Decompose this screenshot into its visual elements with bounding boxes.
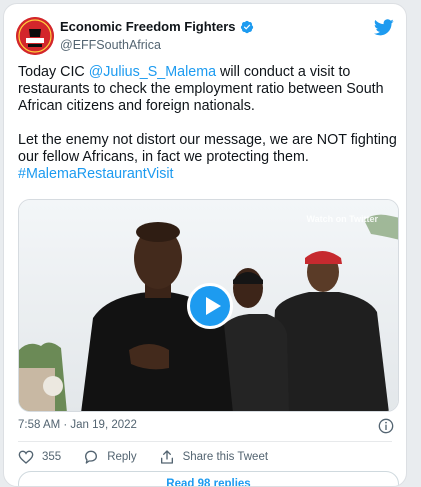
tweet-text: Today CIC @Julius_S_Malema will conduct …: [18, 64, 400, 183]
like-button[interactable]: 355: [18, 449, 61, 465]
author-display-name[interactable]: Economic Freedom Fighters: [60, 19, 236, 34]
reply-icon: [85, 450, 98, 464]
video-thumbnail[interactable]: Watch on Twitter: [18, 199, 399, 412]
tweet-actions: 355 Reply Share this Tweet: [18, 448, 290, 466]
divider: [18, 441, 392, 442]
share-icon: [160, 450, 173, 464]
verified-badge-icon: [240, 20, 253, 33]
tweet-timestamp[interactable]: 7:58 AM · Jan 19, 2022: [18, 419, 137, 431]
twitter-bird-icon[interactable]: [374, 19, 394, 36]
play-button[interactable]: [187, 283, 233, 329]
tweet-paragraph-2: Let the enemy not distort our message, w…: [18, 132, 397, 165]
hashtag-link[interactable]: #MalemaRestaurantVisit: [18, 166, 174, 182]
play-icon: [206, 297, 221, 315]
heart-icon: [18, 450, 34, 464]
watch-on-twitter-label: Watch on Twitter: [306, 214, 379, 224]
reply-button[interactable]: Reply: [83, 449, 137, 465]
tweet-paragraph-1: Today CIC @Julius_S_Malema will conduct …: [18, 64, 384, 114]
like-count: 355: [42, 451, 62, 463]
mention-link[interactable]: @Julius_S_Malema: [89, 64, 216, 80]
tweet-card: Economic Freedom Fighters @EFFSouthAfric…: [3, 3, 407, 487]
author-handle[interactable]: @EFFSouthAfrica: [60, 38, 161, 52]
eff-logo-icon: [16, 17, 54, 55]
read-replies-button[interactable]: Read 98 replies: [18, 471, 399, 486]
share-button[interactable]: Share this Tweet: [159, 449, 268, 465]
tweet-header: Economic Freedom Fighters @EFFSouthAfric…: [16, 15, 394, 59]
info-icon[interactable]: [378, 418, 394, 434]
share-label: Share this Tweet: [182, 451, 269, 463]
reply-label: Reply: [107, 451, 137, 463]
avatar[interactable]: [16, 17, 54, 55]
